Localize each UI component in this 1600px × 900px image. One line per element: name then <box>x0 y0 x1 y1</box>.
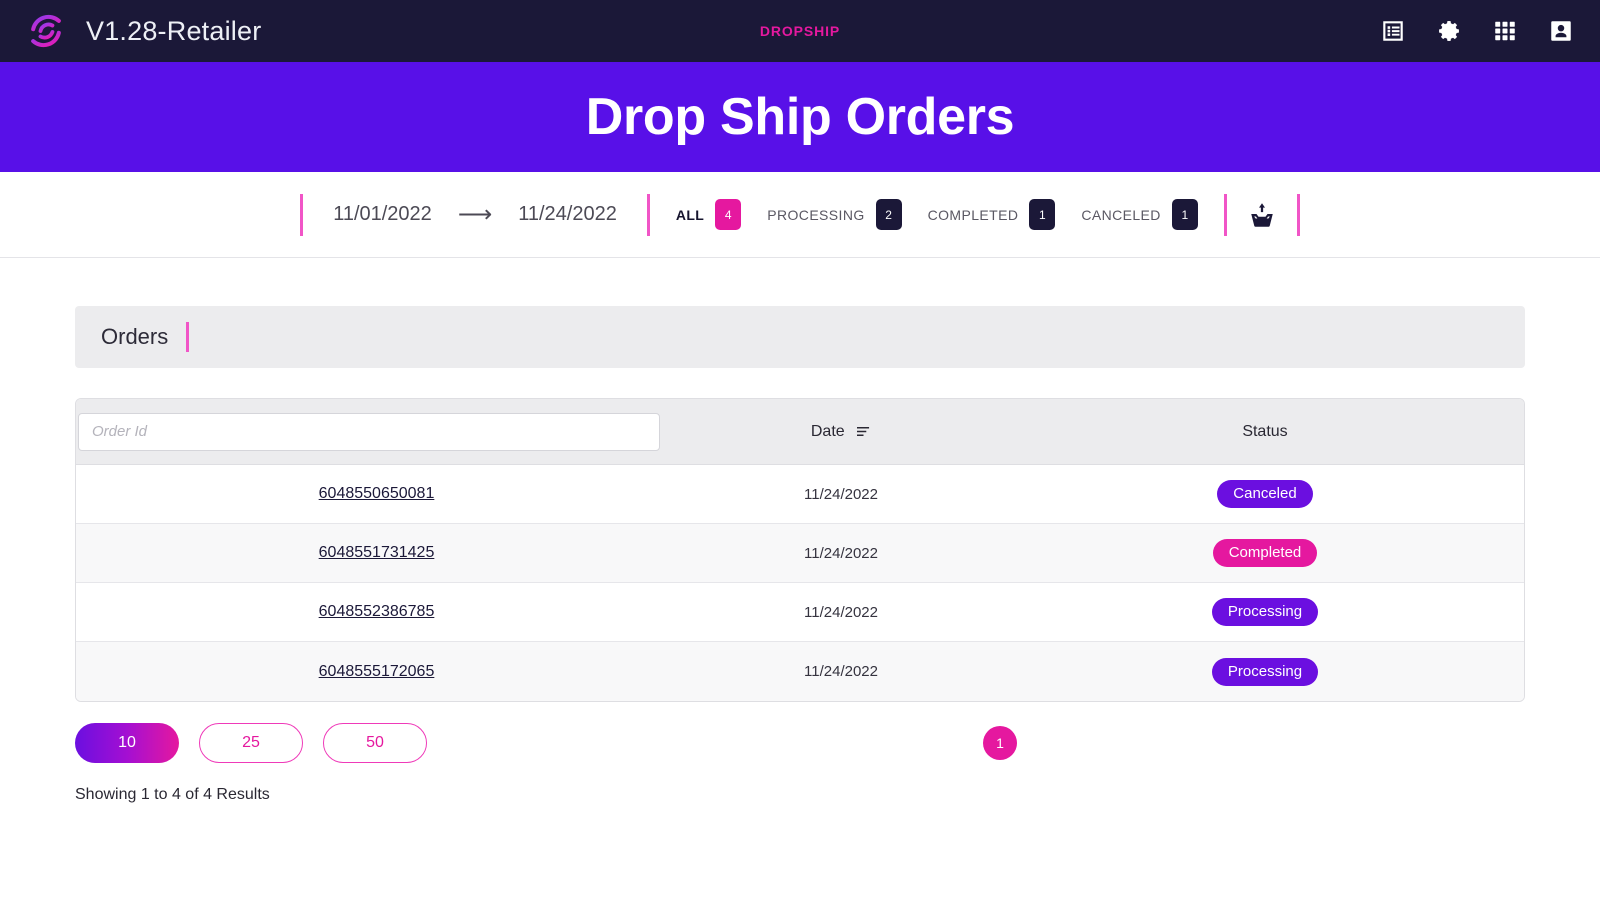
cell-status: Processing <box>1006 598 1524 626</box>
order-id-link[interactable]: 6048551731425 <box>77 544 676 562</box>
pagination-controls: 10 25 50 1 <box>75 722 1525 764</box>
page-number-group: 1 <box>983 726 1017 760</box>
accent-bar <box>186 322 190 352</box>
user-account-icon[interactable] <box>1548 18 1574 44</box>
divider <box>1296 193 1300 236</box>
sort-descending-icon[interactable] <box>856 425 871 438</box>
results-summary: Showing 1 to 4 of 4 Results <box>75 786 270 803</box>
order-id-search-input[interactable] <box>78 412 660 451</box>
order-id-link[interactable]: 6048552386785 <box>77 603 676 621</box>
brand[interactable]: V1.28-Retailer <box>24 9 261 53</box>
main-content: Orders Date Status 6048550650081 11/24/2… <box>0 258 1600 804</box>
cell-status: Canceled <box>1006 480 1524 508</box>
status-tab-label: COMPLETED <box>927 206 1019 223</box>
column-header-date-label: Date <box>810 422 845 440</box>
date-from-value[interactable]: 11/01/2022 <box>333 203 432 226</box>
status-badge[interactable]: Canceled <box>1217 480 1313 508</box>
filter-toolbar: 11/01/2022 ⟶ 11/24/2022 ALL 4 PROCESSING… <box>0 172 1600 258</box>
page-number-1[interactable]: 1 <box>983 726 1017 760</box>
date-to-value[interactable]: 11/24/2022 <box>518 203 617 226</box>
orders-panel-title: Orders <box>101 324 169 349</box>
cell-status: Completed <box>1006 539 1524 567</box>
order-id-search-cell <box>76 412 676 451</box>
column-header-status-label: Status <box>1242 422 1288 440</box>
swirl-logo-icon <box>24 9 68 53</box>
table-row[interactable]: 6048551731425 11/24/2022 Completed <box>76 524 1524 583</box>
cell-date: 11/24/2022 <box>804 663 878 680</box>
status-tab-label: CANCELED <box>1081 206 1161 223</box>
download-button[interactable] <box>1227 200 1297 230</box>
table-row[interactable]: 6048552386785 11/24/2022 Processing <box>76 583 1524 642</box>
cell-order-id: 6048555172065 <box>76 663 676 681</box>
page-size-25-button[interactable]: 25 <box>199 723 303 763</box>
download-inbox-icon[interactable] <box>1247 200 1277 230</box>
status-tab-processing[interactable]: PROCESSING 2 <box>767 199 902 230</box>
status-tab-label: ALL <box>675 206 705 223</box>
column-header-status: Status <box>1006 423 1524 441</box>
cell-date: 11/24/2022 <box>804 485 878 503</box>
orders-table: Date Status 6048550650081 11/24/2022 Can… <box>75 398 1525 702</box>
status-tab-canceled[interactable]: CANCELED 1 <box>1081 199 1198 230</box>
column-header-date[interactable]: Date <box>676 423 1006 441</box>
status-tab-completed[interactable]: COMPLETED 1 <box>928 199 1056 230</box>
top-navigation-bar: V1.28-Retailer DROPSHIP <box>0 0 1600 62</box>
status-filter-tabs: ALL 4 PROCESSING 2 COMPLETED 1 CANCELED … <box>650 199 1224 230</box>
cell-date: 11/24/2022 <box>804 544 878 562</box>
status-badge[interactable]: Completed <box>1212 539 1318 567</box>
status-tab-all[interactable]: ALL 4 <box>675 199 742 230</box>
list-view-icon[interactable] <box>1380 18 1406 44</box>
page-size-10-button[interactable]: 10 <box>75 723 179 763</box>
cell-order-id: 6048552386785 <box>76 603 676 621</box>
cell-order-id: 6048551731425 <box>76 544 676 562</box>
status-badge[interactable]: Processing <box>1211 657 1319 686</box>
page-size-50-button[interactable]: 50 <box>323 723 427 763</box>
page-size-group: 10 25 50 <box>75 723 427 763</box>
status-tab-count: 4 <box>715 199 742 230</box>
order-id-link[interactable]: 6048555172065 <box>77 663 676 681</box>
apps-grid-icon[interactable] <box>1492 18 1518 44</box>
table-row[interactable]: 6048555172065 11/24/2022 Processing <box>76 642 1524 701</box>
date-range-filter[interactable]: 11/01/2022 ⟶ 11/24/2022 <box>303 200 647 228</box>
cell-order-id: 6048550650081 <box>76 485 676 503</box>
status-tab-count: 1 <box>1029 199 1056 230</box>
orders-table-header: Date Status <box>76 399 1524 465</box>
order-id-link[interactable]: 6048550650081 <box>77 485 676 503</box>
status-tab-label: PROCESSING <box>767 206 865 223</box>
status-badge[interactable]: Processing <box>1211 598 1319 626</box>
page-banner: Drop Ship Orders <box>0 62 1600 172</box>
table-row[interactable]: 6048550650081 11/24/2022 Canceled <box>76 465 1524 524</box>
topbar-icon-group <box>1380 18 1582 44</box>
arrow-right-icon: ⟶ <box>457 200 493 228</box>
cell-date: 11/24/2022 <box>804 603 878 621</box>
brand-title: V1.28-Retailer <box>86 15 262 46</box>
gear-icon[interactable] <box>1436 18 1462 44</box>
cell-status: Processing <box>1006 657 1524 686</box>
orders-panel-header: Orders <box>75 306 1525 368</box>
status-tab-count: 2 <box>875 199 902 230</box>
status-tab-count: 1 <box>1171 199 1198 230</box>
page-title: Drop Ship Orders <box>585 88 1015 146</box>
